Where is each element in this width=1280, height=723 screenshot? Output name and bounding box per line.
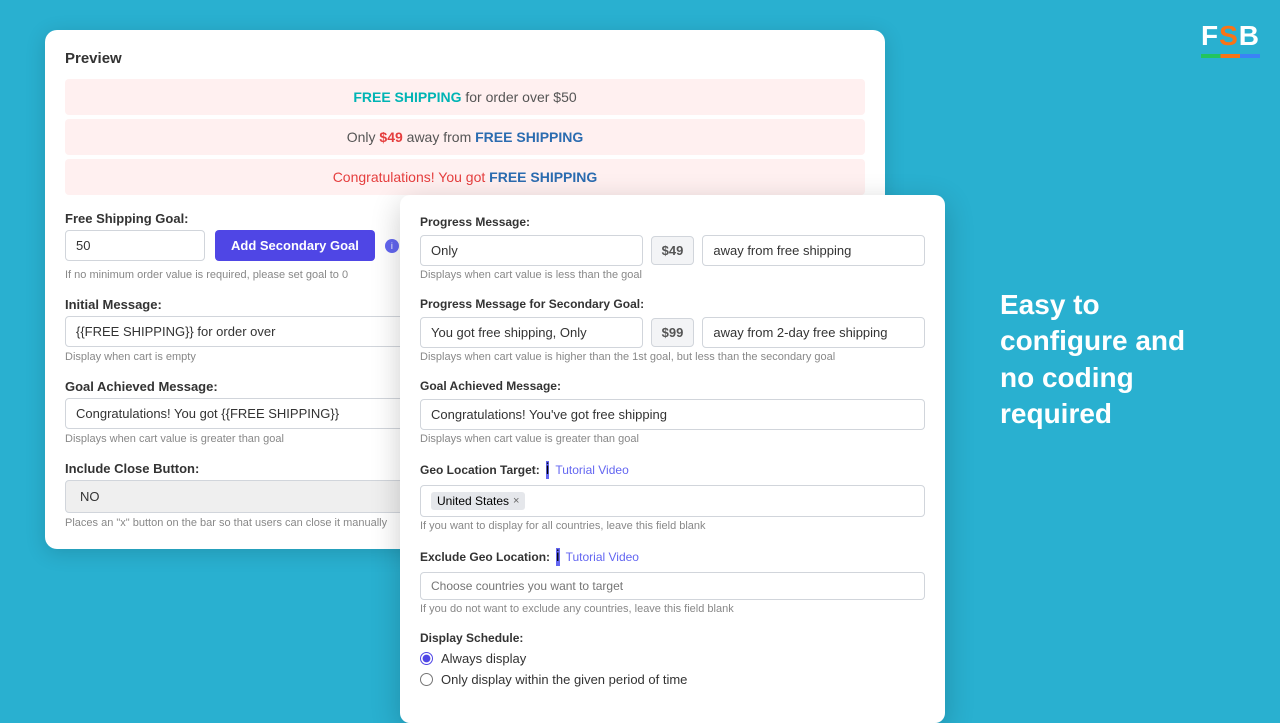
overlay-progress-section: Progress Message: $49 Displays when cart… bbox=[420, 215, 925, 281]
overlay-secondary-label: Progress Message for Secondary Goal: bbox=[420, 297, 925, 311]
overlay-secondary-section: Progress Message for Secondary Goal: $99… bbox=[420, 297, 925, 363]
card-title: Preview bbox=[65, 50, 865, 67]
schedule-always-radio[interactable] bbox=[420, 652, 433, 665]
tagline: Easy to configure and no coding required bbox=[1000, 287, 1220, 433]
overlay-goal-achieved-section: Goal Achieved Message: Displays when car… bbox=[420, 379, 925, 445]
banner-progress: Only $49 away from FREE SHIPPING bbox=[65, 119, 865, 155]
overlay-schedule-section: Display Schedule: Always display Only di… bbox=[420, 631, 925, 687]
overlay-exclude-geo-info-icon: i bbox=[556, 548, 560, 566]
overlay-secondary-price: $99 bbox=[651, 318, 695, 347]
free-shipping-goal-input[interactable] bbox=[65, 230, 205, 261]
banner2-prefix: Only bbox=[347, 129, 380, 145]
overlay-exclude-geo-label: Exclude Geo Location: bbox=[420, 550, 550, 564]
overlay-progress-suffix-input[interactable] bbox=[702, 235, 925, 266]
initial-message-group: Initial Message: Display when cart is em… bbox=[65, 297, 453, 363]
overlay-exclude-geo-label-row: Exclude Geo Location: i Tutorial Video bbox=[420, 548, 925, 566]
schedule-scheduled-option[interactable]: Only display within the given period of … bbox=[420, 672, 925, 687]
goal-achieved-label: Goal Achieved Message: bbox=[65, 379, 453, 394]
banner2-highlight: FREE SHIPPING bbox=[475, 129, 583, 145]
schedule-scheduled-label: Only display within the given period of … bbox=[441, 672, 687, 687]
overlay-secondary-hint: Displays when cart value is higher than … bbox=[420, 351, 925, 363]
include-close-label: Include Close Button: bbox=[65, 461, 453, 476]
overlay-secondary-input[interactable] bbox=[420, 317, 643, 348]
schedule-always-label: Always display bbox=[441, 651, 526, 666]
banner-free-shipping: FREE SHIPPING for order over $50 bbox=[65, 79, 865, 115]
banner2-price: $49 bbox=[379, 129, 402, 145]
geo-tag-label: United States bbox=[437, 494, 509, 508]
overlay-geo-info-icon: i bbox=[546, 461, 550, 479]
overlay-progress-row: $49 bbox=[420, 235, 925, 266]
banner1-text: for order over $50 bbox=[465, 89, 576, 105]
fsb-logo: FSB bbox=[1201, 20, 1260, 58]
geo-tag-us: United States × bbox=[431, 492, 525, 510]
initial-message-hint: Display when cart is empty bbox=[65, 351, 453, 363]
overlay-geo-input-wrapper[interactable]: United States × bbox=[420, 485, 925, 517]
overlay-exclude-geo-section: Exclude Geo Location: i Tutorial Video I… bbox=[420, 548, 925, 615]
overlay-secondary-row: $99 bbox=[420, 317, 925, 348]
overlay-exclude-geo-wrapper[interactable] bbox=[420, 572, 925, 600]
include-close-group: Include Close Button: NO YES Places an "… bbox=[65, 461, 453, 529]
info-icon: i bbox=[385, 239, 399, 253]
overlay-progress-price: $49 bbox=[651, 236, 695, 265]
banner3-text: Congratulations! You got bbox=[333, 169, 489, 185]
overlay-geo-label: Geo Location Target: bbox=[420, 463, 540, 477]
overlay-progress-hint: Displays when cart value is less than th… bbox=[420, 269, 925, 281]
overlay-geo-label-row: Geo Location Target: i Tutorial Video bbox=[420, 461, 925, 479]
add-secondary-goal-button[interactable]: Add Secondary Goal bbox=[215, 230, 375, 261]
overlay-progress-label: Progress Message: bbox=[420, 215, 925, 229]
schedule-scheduled-radio[interactable] bbox=[420, 673, 433, 686]
initial-message-input[interactable] bbox=[65, 316, 453, 347]
schedule-always-option[interactable]: Always display bbox=[420, 651, 925, 666]
goal-achieved-input[interactable] bbox=[65, 398, 453, 429]
overlay-geo-tutorial-link[interactable]: Tutorial Video bbox=[555, 463, 628, 477]
overlay-schedule-label: Display Schedule: bbox=[420, 631, 925, 645]
preview-banners: FREE SHIPPING for order over $50 Only $4… bbox=[65, 79, 865, 195]
overlay-goal-achieved-input[interactable] bbox=[420, 399, 925, 430]
overlay-geo-section: Geo Location Target: i Tutorial Video Un… bbox=[420, 461, 925, 532]
overlay-exclude-geo-input[interactable] bbox=[431, 579, 914, 593]
overlay-geo-hint: If you want to display for all countries… bbox=[420, 520, 925, 532]
overlay-goal-achieved-hint: Displays when cart value is greater than… bbox=[420, 433, 925, 445]
overlay-secondary-suffix-input[interactable] bbox=[702, 317, 925, 348]
geo-tag-remove[interactable]: × bbox=[513, 495, 519, 507]
overlay-exclude-geo-hint: If you do not want to exclude any countr… bbox=[420, 603, 925, 615]
overlay-schedule-radio-group: Always display Only display within the g… bbox=[420, 651, 925, 687]
overlay-goal-achieved-label: Goal Achieved Message: bbox=[420, 379, 925, 393]
overlay-card: Progress Message: $49 Displays when cart… bbox=[400, 195, 945, 723]
overlay-exclude-geo-tutorial-link[interactable]: Tutorial Video bbox=[566, 550, 639, 564]
include-close-hint: Places an "x" button on the bar so that … bbox=[65, 517, 453, 529]
include-close-select[interactable]: NO YES bbox=[65, 480, 453, 513]
banner2-middle: away from bbox=[407, 129, 475, 145]
goal-achieved-group: Goal Achieved Message: Displays when car… bbox=[65, 379, 453, 445]
overlay-progress-input[interactable] bbox=[420, 235, 643, 266]
banner-congrats: Congratulations! You got FREE SHIPPING bbox=[65, 159, 865, 195]
banner1-highlight: FREE SHIPPING bbox=[353, 89, 461, 105]
logo-underline bbox=[1201, 54, 1260, 58]
goal-achieved-hint: Displays when cart value is greater than… bbox=[65, 433, 453, 445]
initial-message-label: Initial Message: bbox=[65, 297, 453, 312]
banner3-highlight: FREE SHIPPING bbox=[489, 169, 597, 185]
